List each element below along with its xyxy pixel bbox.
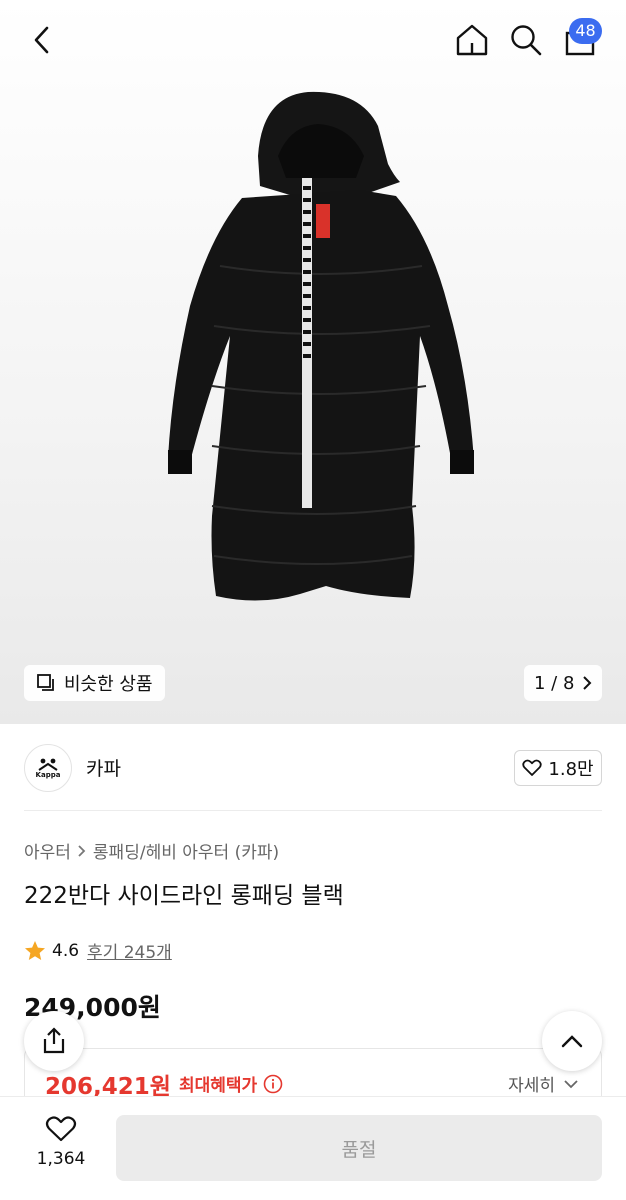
sold-out-button[interactable]: 품절 [116, 1115, 602, 1181]
product-image-coat [168, 91, 474, 601]
kappa-logo-icon [38, 758, 58, 771]
home-button[interactable] [450, 18, 494, 62]
scroll-to-top-button[interactable] [542, 1011, 602, 1071]
section-divider [24, 810, 602, 811]
bottom-action-bar: 1,364 품절 [0, 1096, 626, 1200]
brand-logo[interactable]: Kappa [24, 744, 72, 792]
heart-icon [522, 759, 543, 776]
product-image-area[interactable]: 48 비슷한 상품 1 / 8 [0, 0, 626, 724]
image-pager-text: 1 / 8 [534, 672, 575, 694]
review-link[interactable]: 후기 245개 [87, 938, 172, 963]
brand-name[interactable]: 카파 [86, 754, 121, 781]
wishlist-count: 1,364 [36, 1149, 86, 1169]
detail-label: 자세히 [508, 1076, 555, 1096]
chevron-right-icon [583, 676, 592, 690]
similar-products-button[interactable]: 비슷한 상품 [24, 665, 165, 701]
benefit-detail-button[interactable]: 자세히 [508, 1071, 579, 1096]
search-button[interactable] [504, 18, 548, 62]
rating-row: 4.6 후기 245개 [24, 938, 172, 963]
wishlist-button[interactable]: 1,364 [22, 1115, 100, 1179]
chevron-down-icon [564, 1079, 578, 1088]
chevron-left-icon [34, 26, 49, 54]
benefit-label-group: 최대혜택가 [179, 1071, 283, 1096]
overlapping-squares-icon [37, 674, 54, 691]
home-icon [456, 24, 488, 56]
brand-row: Kappa 카파 1.8만 [24, 744, 602, 792]
search-icon [511, 25, 542, 56]
star-icon [25, 940, 45, 960]
brand-logo-text: Kappa [35, 771, 61, 779]
rating-value: 4.6 [52, 940, 80, 961]
cart-count-badge: 48 [569, 18, 602, 44]
brand-like-count: 1.8만 [548, 759, 594, 780]
chevron-right-icon [78, 844, 86, 857]
benefit-label: 최대혜택가 [179, 1076, 258, 1096]
breadcrumb-level2[interactable]: 롱패딩/헤비 아우터 (카파) [93, 838, 279, 863]
chevron-up-icon [561, 1035, 583, 1048]
breadcrumb: 아우터 롱패딩/헤비 아우터 (카파) [24, 838, 279, 863]
info-icon[interactable] [263, 1074, 283, 1094]
heart-icon [45, 1116, 77, 1142]
product-title: 222반다 사이드라인 롱패딩 블랙 [24, 883, 344, 909]
similar-products-label: 비슷한 상품 [64, 674, 153, 695]
share-icon [43, 1027, 65, 1054]
top-navigation-bar: 48 [0, 0, 626, 84]
image-pager-button[interactable]: 1 / 8 [524, 665, 602, 701]
brand-like-button[interactable]: 1.8만 [514, 750, 602, 786]
back-button[interactable] [20, 18, 64, 62]
share-button[interactable] [24, 1011, 84, 1071]
breadcrumb-level1[interactable]: 아우터 [24, 838, 71, 863]
